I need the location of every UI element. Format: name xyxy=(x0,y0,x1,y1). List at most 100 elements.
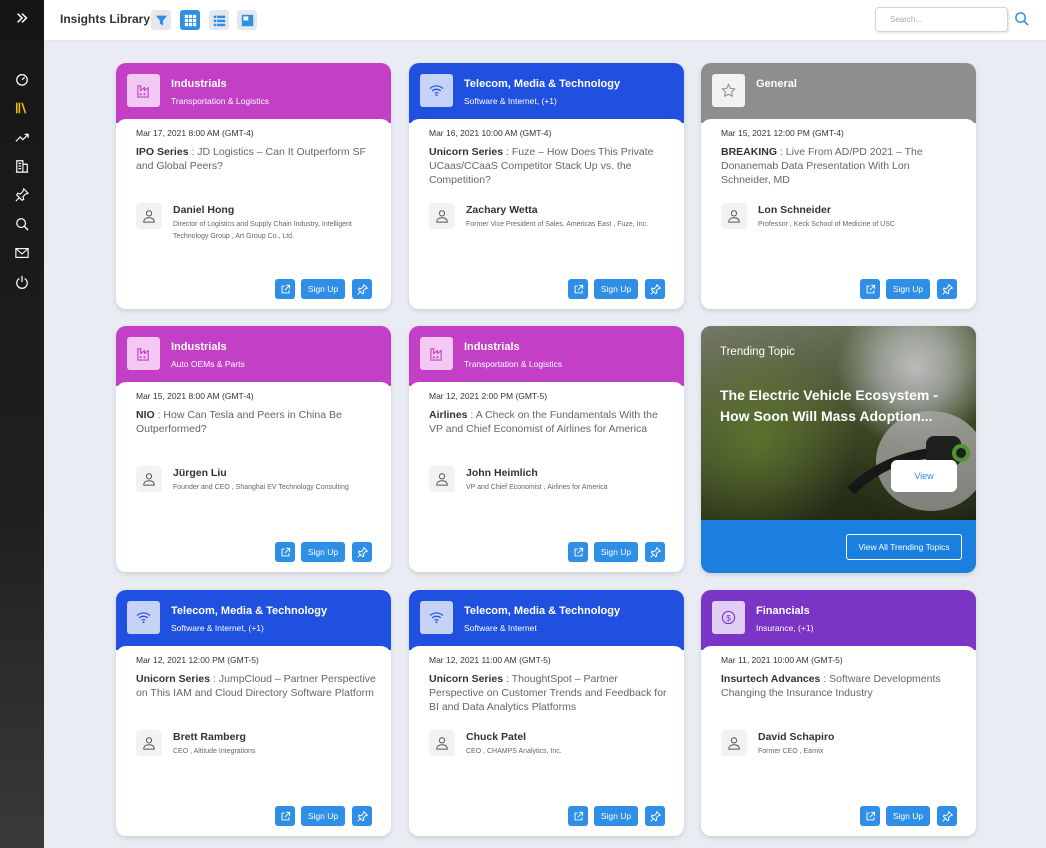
card-header: Industrials Auto OEMs & Parts xyxy=(116,326,391,386)
event-card[interactable]: Telecom, Media & Technology Software & I… xyxy=(409,63,684,309)
open-external-button[interactable] xyxy=(275,542,295,562)
sign-up-button[interactable]: Sign Up xyxy=(301,279,345,299)
pin-button[interactable] xyxy=(352,806,372,826)
search-field[interactable] xyxy=(875,7,1008,32)
calendar-view-button[interactable] xyxy=(237,10,257,30)
pin-button[interactable] xyxy=(645,806,665,826)
event-card[interactable]: Industrials Transportation & Logistics M… xyxy=(116,63,391,309)
search-nav-icon[interactable] xyxy=(0,209,44,238)
open-external-button[interactable] xyxy=(568,279,588,299)
card-header: $ Financials Insurance, (+1) xyxy=(701,590,976,650)
sign-up-button[interactable]: Sign Up xyxy=(886,279,930,299)
pin-icon[interactable] xyxy=(0,180,44,209)
speaker-role: Former Vice President of Sales, Americas… xyxy=(466,221,648,228)
pin-button[interactable] xyxy=(645,542,665,562)
event-headline[interactable]: NIO : How Can Tesla and Peers in China B… xyxy=(136,408,376,436)
list-view-button[interactable] xyxy=(209,10,229,30)
card-category: Telecom, Media & Technology xyxy=(464,78,621,90)
event-card[interactable]: General Mar 15, 2021 12:00 PM (GMT-4) BR… xyxy=(701,63,976,309)
event-card[interactable]: Industrials Transportation & Logistics M… xyxy=(409,326,684,572)
event-date: Mar 15, 2021 8:00 AM (GMT-4) xyxy=(136,391,254,401)
avatar xyxy=(721,203,747,229)
filter-button[interactable] xyxy=(151,10,171,30)
pin-button[interactable] xyxy=(352,279,372,299)
card-header: Telecom, Media & Technology Software & I… xyxy=(116,590,391,650)
event-headline[interactable]: IPO Series : JD Logistics – Can It Outpe… xyxy=(136,145,376,173)
event-headline[interactable]: Insurtech Advances : Software Developmen… xyxy=(721,672,961,700)
sign-up-button[interactable]: Sign Up xyxy=(594,806,638,826)
pin-button[interactable] xyxy=(937,279,957,299)
user-icon xyxy=(436,737,448,750)
expand-sidebar-icon[interactable] xyxy=(10,9,34,31)
open-external-button[interactable] xyxy=(275,806,295,826)
sidebar xyxy=(0,0,44,848)
mail-icon[interactable] xyxy=(0,238,44,267)
sign-up-button[interactable]: Sign Up xyxy=(301,542,345,562)
external-link-icon xyxy=(866,811,875,820)
event-topic: : How Can Tesla and Peers in China Be Ou… xyxy=(136,409,342,435)
speaker-name: Daniel Hong xyxy=(173,204,235,216)
avatar xyxy=(429,203,455,229)
event-date: Mar 12, 2021 12:00 PM (GMT-5) xyxy=(136,655,259,665)
page-title: Insights Library xyxy=(60,12,151,26)
open-external-button[interactable] xyxy=(860,806,880,826)
card-body: Mar 15, 2021 12:00 PM (GMT-4) BREAKING :… xyxy=(701,119,976,309)
sign-up-button[interactable]: Sign Up xyxy=(594,279,638,299)
card-body: Mar 15, 2021 8:00 AM (GMT-4) NIO : How C… xyxy=(116,382,391,572)
event-card[interactable]: Industrials Auto OEMs & Parts Mar 15, 20… xyxy=(116,326,391,572)
open-external-button[interactable] xyxy=(568,542,588,562)
open-external-button[interactable] xyxy=(275,279,295,299)
svg-text:$: $ xyxy=(726,613,731,623)
view-all-trending-button[interactable]: View All Trending Topics xyxy=(846,534,962,560)
sign-up-button[interactable]: Sign Up xyxy=(886,806,930,826)
event-series: Unicorn Series xyxy=(429,673,504,685)
industrial-building-icon xyxy=(127,337,160,370)
event-card[interactable]: Telecom, Media & Technology Software & I… xyxy=(116,590,391,836)
grid-view-button[interactable] xyxy=(180,10,200,30)
avatar xyxy=(429,730,455,756)
event-headline[interactable]: Unicorn Series : Fuze – How Does This Pr… xyxy=(429,145,669,187)
trending-icon[interactable] xyxy=(0,122,44,151)
card-subcategory: Auto OEMs & Parts xyxy=(171,359,245,369)
pin-icon xyxy=(356,810,368,822)
open-external-button[interactable] xyxy=(860,279,880,299)
industrial-building-icon xyxy=(420,337,453,370)
event-headline[interactable]: Unicorn Series : ThoughtSpot – Partner P… xyxy=(429,672,669,714)
sign-up-button[interactable]: Sign Up xyxy=(594,542,638,562)
card-header: General xyxy=(701,63,976,123)
event-date: Mar 12, 2021 2:00 PM (GMT-5) xyxy=(429,391,548,401)
event-series: Unicorn Series xyxy=(429,146,504,158)
speaker-role: CEO , Altitude Integrations xyxy=(173,748,256,755)
pin-button[interactable] xyxy=(937,806,957,826)
event-card[interactable]: Telecom, Media & Technology Software & I… xyxy=(409,590,684,836)
card-header: Telecom, Media & Technology Software & I… xyxy=(409,63,684,123)
external-link-icon xyxy=(574,284,583,293)
search-input[interactable] xyxy=(876,8,1007,31)
view-button[interactable]: View xyxy=(891,460,957,492)
card-category: General xyxy=(756,78,797,90)
event-series: Unicorn Series xyxy=(136,673,211,685)
event-headline[interactable]: Airlines : A Check on the Fundamentals W… xyxy=(429,408,669,436)
speaker-name: Chuck Patel xyxy=(466,731,527,743)
power-icon[interactable] xyxy=(0,267,44,296)
external-link-icon xyxy=(866,284,875,293)
pin-icon xyxy=(649,810,661,822)
event-headline[interactable]: BREAKING : Live From AD/PD 2021 – The Do… xyxy=(721,145,961,187)
pin-button[interactable] xyxy=(645,279,665,299)
speaker-role: VP and Chief Economist , Airlines for Am… xyxy=(466,484,608,491)
library-icon[interactable] xyxy=(0,93,44,122)
wifi-icon xyxy=(420,601,453,634)
pin-button[interactable] xyxy=(352,542,372,562)
user-icon xyxy=(143,737,155,750)
card-category: Telecom, Media & Technology xyxy=(464,605,621,617)
event-headline[interactable]: Unicorn Series : JumpCloud – Partner Per… xyxy=(136,672,376,700)
open-external-button[interactable] xyxy=(568,806,588,826)
search-icon[interactable] xyxy=(1014,11,1029,26)
event-card[interactable]: $ Financials Insurance, (+1) Mar 11, 202… xyxy=(701,590,976,836)
companies-icon[interactable] xyxy=(0,151,44,180)
external-link-icon xyxy=(574,547,583,556)
sign-up-button[interactable]: Sign Up xyxy=(301,806,345,826)
dashboard-icon[interactable] xyxy=(0,64,44,93)
card-subcategory: Insurance, (+1) xyxy=(756,623,814,633)
speaker-name: John Heimlich xyxy=(466,467,538,479)
